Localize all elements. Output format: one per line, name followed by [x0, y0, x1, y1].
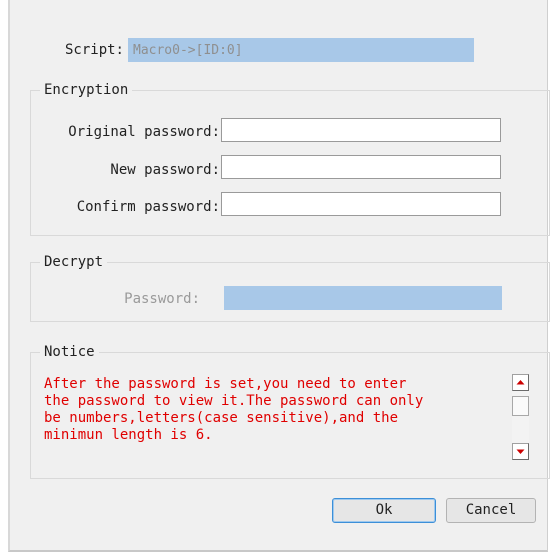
script-field	[128, 38, 474, 62]
notice-line-3: be numbers,letters(case sensitive),and t…	[44, 410, 399, 426]
notice-line-4: minimun length is 6.	[44, 427, 213, 443]
scroll-thumb[interactable]	[512, 396, 529, 416]
confirm-password-label: Confirm password:	[76, 199, 220, 215]
original-password-label: Original password:	[68, 124, 220, 140]
decrypt-title: Decrypt	[40, 254, 108, 270]
scroll-down-button[interactable]	[512, 443, 529, 460]
confirm-password-field[interactable]	[221, 192, 501, 216]
decrypt-password-field	[224, 286, 502, 310]
new-password-field[interactable]	[221, 155, 501, 179]
cancel-button[interactable]: Cancel	[446, 498, 536, 523]
script-label: Script:	[64, 42, 124, 58]
arrow-down-icon	[516, 449, 525, 454]
scroll-up-button[interactable]	[512, 374, 529, 391]
notice-line-2: the password to view it.The password can…	[44, 393, 424, 409]
notice-scrollbar[interactable]	[512, 374, 529, 460]
notice-line-1: After the password is set,you need to en…	[44, 376, 407, 392]
ok-button[interactable]: Ok	[332, 498, 436, 523]
arrow-up-icon	[516, 380, 525, 385]
decrypt-password-label: Password:	[124, 291, 200, 307]
notice-title: Notice	[40, 344, 99, 360]
original-password-field[interactable]	[221, 118, 501, 142]
new-password-label: New password:	[110, 162, 220, 178]
password-dialog: Script: Encryption Original password: Ne…	[8, 0, 550, 552]
encryption-title: Encryption	[40, 82, 133, 98]
